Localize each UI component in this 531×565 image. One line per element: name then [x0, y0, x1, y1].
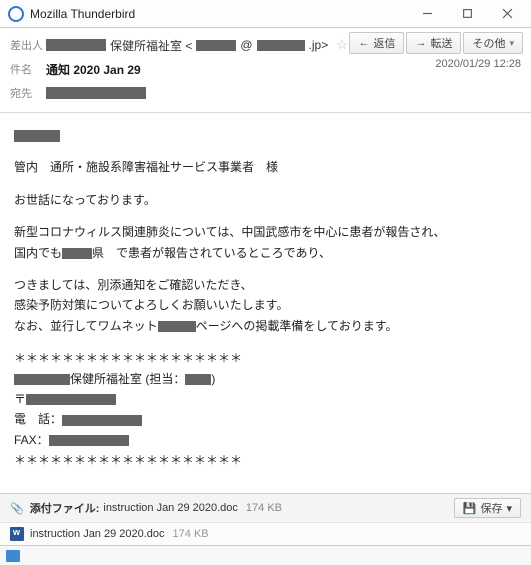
- attachment-row[interactable]: instruction Jan 29 2020.doc 174 KB: [0, 522, 531, 545]
- reply-icon: ←: [358, 37, 369, 49]
- status-bar: [0, 545, 531, 565]
- minimize-button[interactable]: [407, 1, 447, 27]
- attachment-filename: instruction Jan 29 2020.doc: [30, 528, 165, 540]
- forward-button[interactable]: →転送: [406, 32, 461, 54]
- other-button[interactable]: その他▾: [463, 32, 523, 54]
- subject-label: 件名: [10, 61, 46, 77]
- chevron-down-icon: ▾: [509, 38, 514, 49]
- star-icon[interactable]: ☆: [336, 37, 348, 53]
- reply-button[interactable]: ←返信: [349, 32, 404, 54]
- attachment-icon: 📎: [10, 502, 24, 515]
- attachment-header-file: instruction Jan 29 2020.doc: [103, 502, 238, 514]
- attachment-header-label: 添付ファイル:: [30, 500, 100, 516]
- subject-value: 通知 2020 Jan 29: [46, 61, 141, 78]
- to-value: [46, 87, 146, 99]
- status-icon: [6, 550, 20, 562]
- message-body: 管内 通所・施設系障害福祉サービス事業者 様 お世話になっております。 新型コロ…: [0, 113, 531, 493]
- chevron-down-icon: ▾: [506, 502, 512, 515]
- save-icon: 💾: [463, 502, 477, 515]
- forward-icon: →: [415, 37, 426, 49]
- app-icon: [8, 6, 24, 22]
- doc-icon: [10, 527, 24, 541]
- save-button[interactable]: 💾 保存 ▾: [454, 498, 521, 518]
- close-button[interactable]: [487, 1, 527, 27]
- window-title: Mozilla Thunderbird: [30, 7, 407, 21]
- attachment-size: 174 KB: [173, 528, 209, 540]
- to-label: 宛先: [10, 85, 46, 101]
- maximize-button[interactable]: [447, 1, 487, 27]
- message-datetime: 2020/01/29 12:28: [435, 58, 521, 70]
- from-value: 保健所福祉室 <@.jp> ☆: [46, 37, 348, 54]
- attachment-header-size: 174 KB: [246, 502, 282, 514]
- from-label: 差出人: [10, 37, 46, 53]
